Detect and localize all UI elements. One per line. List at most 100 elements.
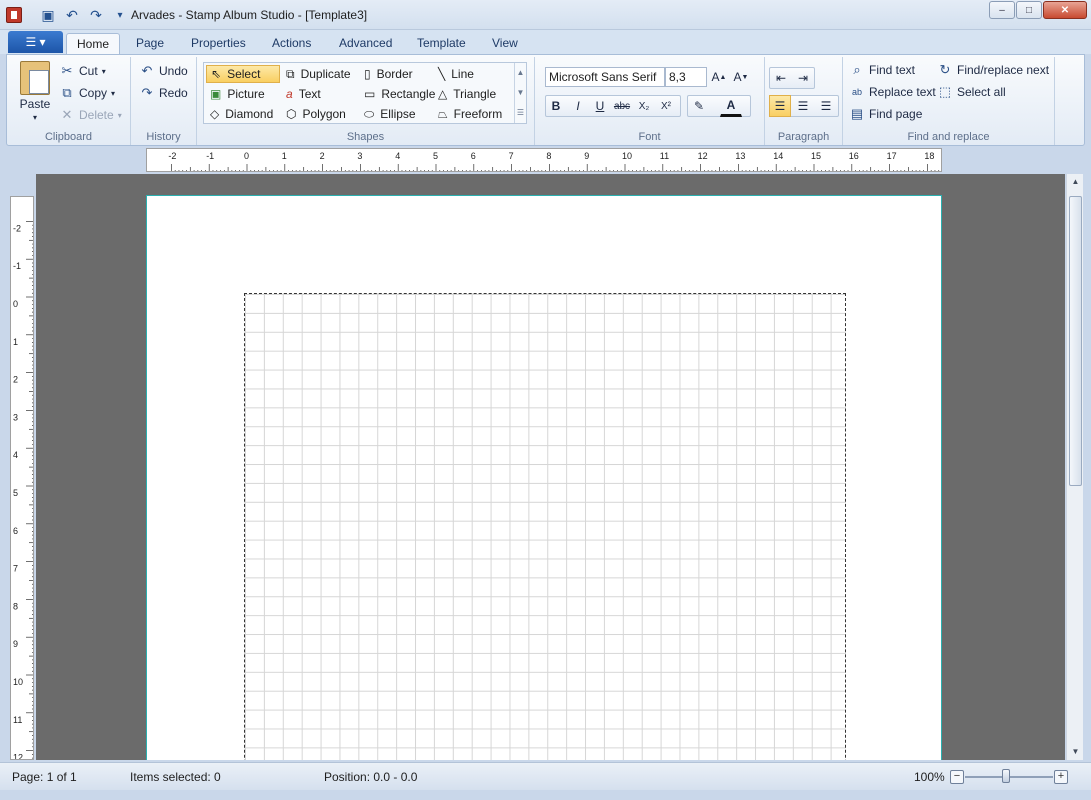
align-right-icon[interactable]: ☰ (815, 95, 837, 117)
design-canvas[interactable] (36, 174, 1065, 760)
tab-home[interactable]: Home (66, 33, 121, 54)
app-icon[interactable] (6, 7, 22, 23)
subscript-icon[interactable]: X₂ (633, 95, 655, 117)
ruler-label: 10 (13, 677, 23, 687)
vertical-scrollbar[interactable]: ▲ ▼ (1066, 174, 1083, 760)
shape-ellipse[interactable]: ⬭ Ellipse (360, 105, 420, 123)
underline-icon[interactable]: U (589, 95, 611, 117)
ruler-label: -1 (13, 261, 21, 271)
shape-text[interactable]: a Text (282, 85, 325, 103)
customize-qat-icon[interactable]: ▾ (110, 5, 130, 25)
bold-icon[interactable]: B (545, 95, 567, 117)
highlight-icon[interactable]: ✎ (688, 95, 710, 117)
redo-icon[interactable]: ↷ (86, 5, 106, 25)
replace-text-button[interactable]: ab Replace text (849, 84, 936, 100)
decrease-indent-icon[interactable]: ⇤ (770, 67, 792, 89)
zoom-in-icon[interactable]: + (1054, 770, 1068, 784)
shape-picture[interactable]: ▣ Picture (206, 85, 269, 103)
close-button[interactable]: ✕ (1043, 1, 1087, 19)
paste-button[interactable]: Paste ▾ (15, 61, 55, 122)
increase-indent-icon[interactable]: ⇥ (792, 67, 814, 89)
vertical-ruler-marks: -2-10123456789101112 (13, 221, 33, 759)
tab-view[interactable]: View (482, 33, 528, 54)
ruler-label: 7 (13, 564, 18, 574)
horizontal-ruler[interactable]: -2 -1 0 1 2 3 4 5 6 7 8 9 10 11 12 13 14 15 16 17 18 (146, 148, 942, 172)
history-group: ↶ Undo ↷ Redo History (131, 57, 197, 145)
shape-polygon[interactable]: ⬡ Polygon (282, 105, 350, 123)
shape-rectangle[interactable]: ▭ Rectangle (360, 85, 439, 103)
ruler-label: 17 (887, 151, 897, 161)
select-all-button[interactable]: ⬚ Select all (937, 84, 1006, 100)
copy-icon: ⧉ (62, 85, 72, 100)
align-left-icon[interactable]: ☰ (769, 95, 791, 117)
gallery-down-icon[interactable]: ▼ (515, 83, 526, 103)
ruler-label: 6 (13, 526, 18, 536)
select-all-icon: ⬚ (938, 84, 952, 99)
copy-label: Copy (79, 86, 108, 100)
shape-rectangle-label: Rectangle (381, 87, 436, 101)
scroll-up-icon[interactable]: ▲ (1067, 174, 1084, 190)
shape-triangle[interactable]: △ Triangle (434, 85, 500, 103)
tab-properties[interactable]: Properties (181, 33, 256, 54)
page-grid-area[interactable] (244, 293, 846, 760)
find-replace-next-button[interactable]: ↻ Find/replace next (937, 62, 1050, 78)
copy-button[interactable]: ⧉ Copy ▾ (59, 85, 115, 101)
find-page-button[interactable]: ▤ Find page (849, 106, 923, 122)
save-icon[interactable]: ▣ (38, 5, 58, 25)
ruler-label: 4 (13, 450, 18, 460)
delete-icon: ✕ (61, 107, 73, 122)
select-all-label: Select all (957, 85, 1006, 99)
shape-border[interactable]: ▯ Border (360, 65, 417, 83)
scroll-thumb[interactable] (1069, 196, 1082, 486)
redo-button[interactable]: ↷ Redo (139, 85, 188, 101)
zoom-slider-thumb[interactable] (1002, 769, 1010, 783)
duplicate-icon: ⧉ (286, 66, 295, 81)
undo-button[interactable]: ↶ Undo (139, 63, 188, 79)
tab-page[interactable]: Page (126, 33, 174, 54)
cut-button[interactable]: ✂ Cut ▾ (59, 63, 106, 79)
grow-font-icon[interactable]: A ▲ (709, 67, 729, 87)
album-page[interactable] (146, 195, 942, 760)
gallery-more-icon[interactable]: ☰ (515, 103, 526, 123)
shapes-gallery-scroll[interactable]: ▲ ▼ ☰ (514, 63, 526, 123)
find-page-label: Find page (869, 107, 923, 121)
align-center-icon[interactable]: ☰ (792, 95, 814, 117)
font-color-icon[interactable]: A (720, 95, 742, 117)
find-text-button[interactable]: ⌕ Find text (849, 62, 915, 78)
clipboard-group: Paste ▾ ✂ Cut ▾ ⧉ Copy ▾ ✕ Delete ▾ Clipboa… (7, 57, 131, 145)
zoom-out-icon[interactable]: − (950, 770, 964, 784)
quick-access-toolbar: ▣ ↶ ↷ ▾ (38, 5, 130, 25)
redo-label: Redo (159, 86, 188, 100)
shape-line[interactable]: ╲ Line (434, 65, 478, 83)
superscript-icon[interactable]: X² (655, 95, 677, 117)
font-name-dropdown[interactable]: Microsoft Sans Serif (545, 67, 665, 87)
tab-template[interactable]: Template (407, 33, 476, 54)
shape-duplicate[interactable]: ⧉ Duplicate (282, 65, 355, 83)
delete-button[interactable]: ✕ Delete ▾ (59, 107, 122, 123)
gallery-up-icon[interactable]: ▲ (515, 63, 526, 83)
ruler-label: 4 (395, 151, 400, 161)
tab-actions[interactable]: Actions (262, 33, 321, 54)
zoom-level: 100% (914, 770, 945, 784)
shape-triangle-label: Triangle (453, 87, 497, 101)
shape-freeform[interactable]: ⏢ Freeform (434, 105, 506, 123)
font-size-dropdown[interactable]: 8,3 (665, 67, 707, 87)
italic-icon[interactable]: I (567, 95, 589, 117)
undo-label: Undo (159, 64, 188, 78)
shape-select[interactable]: ⇖ Select (206, 65, 280, 83)
redo-icon: ↷ (141, 85, 153, 100)
tab-advanced[interactable]: Advanced (329, 33, 402, 54)
horizontal-ruler-marks: -2 -1 0 1 2 3 4 5 6 7 8 9 10 11 12 13 14 15 16 17 18 (168, 151, 940, 171)
ruler-label: 14 (773, 151, 783, 161)
shape-diamond[interactable]: ◇ Diamond (206, 105, 277, 123)
strikethrough-icon[interactable]: abc (611, 95, 633, 117)
undo-icon[interactable]: ↶ (62, 5, 82, 25)
vertical-ruler[interactable]: -2 -1 0 1 2 3 4 5 6 7 8 9 10 11 12 (10, 196, 34, 760)
scroll-down-icon[interactable]: ▼ (1067, 744, 1084, 760)
replace-text-label: Replace text (869, 85, 936, 99)
status-bar: Page: 1 of 1 Items selected: 0 Position:… (0, 762, 1091, 790)
application-menu-button[interactable]: ☰ ▾ (8, 31, 63, 53)
maximize-button[interactable]: □ (1016, 1, 1042, 19)
minimize-button[interactable]: – (989, 1, 1015, 19)
shrink-font-icon[interactable]: A ▼ (731, 67, 751, 87)
